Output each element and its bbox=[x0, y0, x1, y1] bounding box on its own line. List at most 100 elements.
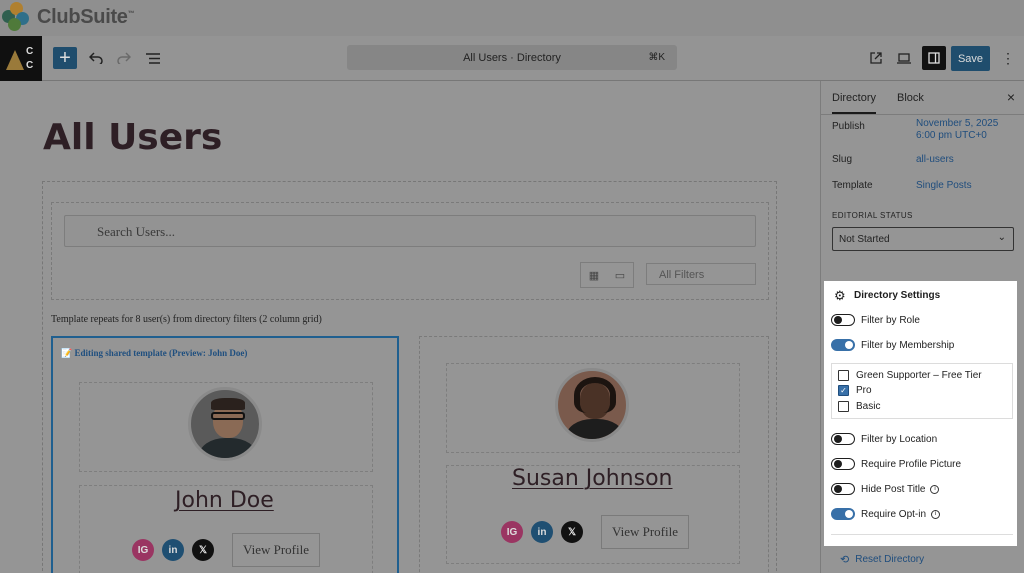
user-name[interactable]: Susan Johnson bbox=[512, 466, 673, 491]
document-title: All Users · Directory bbox=[463, 51, 561, 64]
filter-by-role-toggle[interactable] bbox=[831, 314, 855, 326]
editorial-status-label: EDITORIAL STATUS bbox=[832, 211, 913, 220]
instagram-icon[interactable]: IG bbox=[132, 539, 154, 561]
trademark: ™ bbox=[127, 9, 135, 17]
brand[interactable]: ClubSuite™ bbox=[2, 2, 135, 32]
list-view-icon[interactable] bbox=[143, 48, 163, 68]
editorial-status-value: Not Started bbox=[839, 234, 890, 245]
instagram-icon[interactable]: IG bbox=[501, 521, 523, 543]
hide-post-title-label: Hide Post Title bbox=[861, 483, 926, 495]
reset-directory-button[interactable]: ⟲ Reset Directory bbox=[840, 553, 924, 566]
filter-by-location-toggle[interactable] bbox=[831, 433, 855, 445]
x-icon[interactable]: 𝕏 bbox=[192, 539, 214, 561]
avatar-container bbox=[446, 363, 740, 453]
redo-icon[interactable] bbox=[114, 48, 134, 68]
close-icon[interactable]: × bbox=[1007, 89, 1015, 105]
hide-post-title-row[interactable]: Hide Post Title i bbox=[831, 483, 940, 495]
view-profile-button[interactable]: View Profile bbox=[601, 515, 689, 549]
filter-by-location-row[interactable]: Filter by Location bbox=[831, 433, 937, 445]
tier-label: Pro bbox=[856, 385, 872, 396]
external-link-icon[interactable] bbox=[866, 48, 886, 68]
info-icon[interactable]: i bbox=[931, 509, 941, 519]
directory-block[interactable]: Search Users... ▦ ▭ All Filters Template… bbox=[42, 181, 777, 573]
search-input[interactable]: Search Users... bbox=[64, 215, 756, 247]
filter-by-role-row[interactable]: Filter by Role bbox=[831, 314, 920, 326]
document-title-bar[interactable]: All Users · Directory ⌘K bbox=[347, 45, 677, 70]
directory-settings-panel: ⚙ Directory Settings Filter by Role Filt… bbox=[824, 281, 1017, 546]
page-title[interactable]: All Users bbox=[43, 117, 222, 158]
list-view-toggle-icon[interactable]: ▭ bbox=[607, 263, 633, 287]
tier-option[interactable]: Green Supporter – Free Tier bbox=[838, 370, 982, 381]
require-opt-in-label: Require Opt-in bbox=[861, 508, 927, 520]
view-profile-button[interactable]: View Profile bbox=[232, 533, 320, 567]
editorial-status-select[interactable]: Not Started ⌄ bbox=[832, 227, 1014, 251]
template-repeat-note: Template repeats for 8 user(s) from dire… bbox=[51, 314, 322, 325]
reset-directory-label: Reset Directory bbox=[855, 554, 925, 565]
publish-value[interactable]: November 5, 2025 6:00 pm UTC+0 bbox=[916, 118, 998, 142]
user-info-container: John Doe IG in 𝕏 View Profile bbox=[79, 485, 373, 573]
filter-by-membership-row[interactable]: Filter by Membership bbox=[831, 339, 954, 351]
publish-time: 6:00 pm UTC+0 bbox=[916, 130, 987, 141]
reset-icon: ⟲ bbox=[840, 554, 850, 566]
editor-toolbar: C C + All Users · Directory ⌘K Save ⋮ bbox=[0, 36, 1024, 81]
site-icon[interactable]: C C bbox=[0, 36, 42, 81]
view-toggle: ▦ ▭ bbox=[580, 262, 634, 288]
user-info-container: Susan Johnson IG in 𝕏 View Profile bbox=[446, 465, 740, 564]
editor-canvas: All Users Search Users... ▦ ▭ All Filter… bbox=[0, 81, 820, 573]
tab-block[interactable]: Block bbox=[897, 92, 924, 104]
sidebar-tabs: Directory Block × bbox=[821, 81, 1024, 115]
all-filters-select[interactable]: All Filters bbox=[646, 263, 756, 285]
tab-directory[interactable]: Directory bbox=[832, 92, 877, 114]
tier-checkbox[interactable] bbox=[838, 370, 849, 381]
tier-checkbox[interactable]: ✓ bbox=[838, 385, 849, 396]
gear-icon: ⚙ bbox=[834, 288, 846, 303]
require-profile-picture-toggle[interactable] bbox=[831, 458, 855, 470]
settings-sidebar-icon[interactable] bbox=[922, 46, 946, 70]
require-profile-picture-label: Require Profile Picture bbox=[861, 458, 962, 470]
tier-label: Basic bbox=[856, 401, 881, 412]
clubsuite-logo-icon bbox=[2, 2, 32, 32]
template-label: Template bbox=[832, 180, 873, 191]
membership-tier-list: Green Supporter – Free Tier ✓ Pro Basic bbox=[831, 363, 1013, 419]
tier-label: Green Supporter – Free Tier bbox=[856, 370, 982, 381]
site-icon-letter-bottom: C bbox=[26, 60, 34, 71]
command-shortcut: ⌘K bbox=[648, 52, 665, 63]
linkedin-icon[interactable]: in bbox=[162, 539, 184, 561]
tier-option[interactable]: Basic bbox=[838, 401, 880, 412]
avatar bbox=[188, 387, 262, 461]
avatar bbox=[555, 368, 629, 442]
publish-date: November 5, 2025 bbox=[916, 118, 999, 129]
grid-view-icon[interactable]: ▦ bbox=[581, 263, 607, 287]
add-block-button[interactable]: + bbox=[53, 47, 77, 69]
brand-name-text: ClubSuite bbox=[37, 5, 128, 28]
filter-by-membership-label: Filter by Membership bbox=[861, 339, 955, 351]
template-value[interactable]: Single Posts bbox=[916, 180, 972, 192]
require-opt-in-row[interactable]: Require Opt-in i bbox=[831, 508, 941, 520]
linkedin-icon[interactable]: in bbox=[531, 521, 553, 543]
user-card[interactable]: Susan Johnson IG in 𝕏 View Profile bbox=[419, 336, 769, 573]
require-opt-in-toggle[interactable] bbox=[831, 508, 855, 520]
filter-by-role-label: Filter by Role bbox=[861, 314, 920, 326]
device-preview-icon[interactable] bbox=[894, 48, 914, 68]
slug-label: Slug bbox=[832, 154, 853, 165]
avatar-container bbox=[79, 382, 373, 472]
tier-option[interactable]: ✓ Pro bbox=[838, 385, 872, 396]
filter-by-membership-toggle[interactable] bbox=[831, 339, 855, 351]
user-card[interactable]: 📝 Editing shared template (Preview: John… bbox=[51, 336, 399, 573]
info-icon[interactable]: i bbox=[930, 484, 940, 494]
user-name[interactable]: John Doe bbox=[175, 488, 274, 513]
tree-icon bbox=[6, 50, 24, 70]
chevron-down-icon: ⌄ bbox=[997, 232, 1006, 243]
require-profile-picture-row[interactable]: Require Profile Picture bbox=[831, 458, 961, 470]
save-button[interactable]: Save bbox=[951, 46, 990, 71]
brand-name: ClubSuite™ bbox=[37, 5, 135, 29]
more-options-icon[interactable]: ⋮ bbox=[999, 48, 1017, 68]
site-icon-letter-top: C bbox=[26, 46, 34, 57]
filter-by-location-label: Filter by Location bbox=[861, 433, 938, 445]
x-icon[interactable]: 𝕏 bbox=[561, 521, 583, 543]
tier-checkbox[interactable] bbox=[838, 401, 849, 412]
directory-settings-title: Directory Settings bbox=[854, 290, 941, 301]
slug-value[interactable]: all-users bbox=[916, 154, 954, 166]
hide-post-title-toggle[interactable] bbox=[831, 483, 855, 495]
undo-icon[interactable] bbox=[86, 48, 106, 68]
